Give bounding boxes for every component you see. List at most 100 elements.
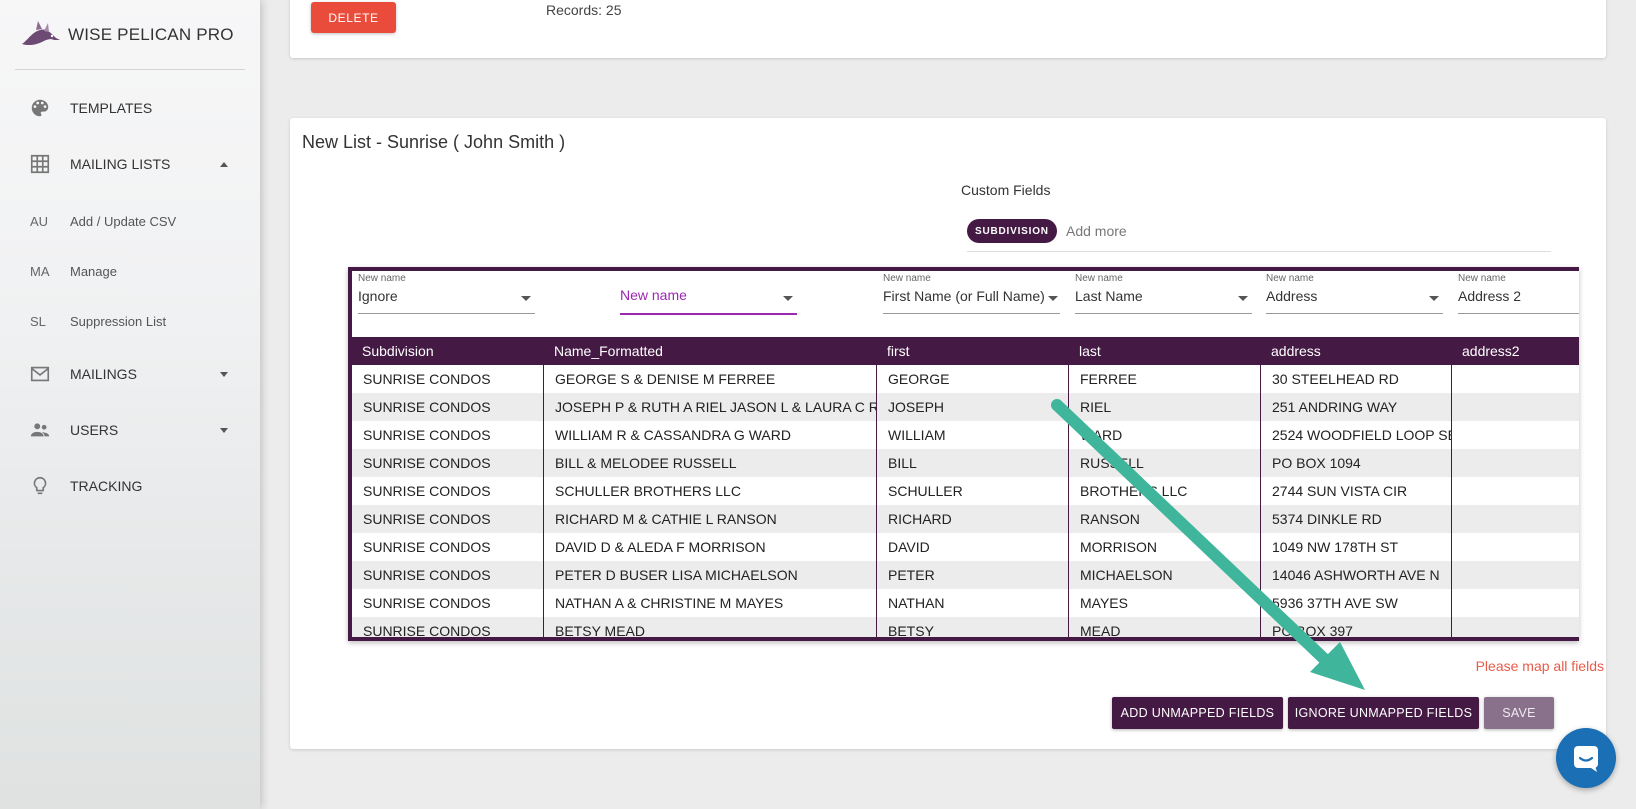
table-cell <box>1452 561 1579 589</box>
sidebar-divider <box>15 69 245 70</box>
table-cell: WILLIAM <box>888 427 946 443</box>
chevron-down-icon <box>521 296 531 301</box>
table-cell: SUNRISE CONDOS <box>363 483 491 499</box>
table-cell: BILL & MELODEE RUSSELL <box>555 455 737 471</box>
mapping-select-first[interactable]: New name First Name (or Full Name) <box>883 271 1060 337</box>
sidebar-subitem-suppression-list[interactable]: SL Suppression List <box>0 306 260 336</box>
column-header: first <box>887 343 910 359</box>
mapping-warning: Please map all fields <box>1475 658 1604 674</box>
table-row: SUNRISE CONDOS RICHARD M & CATHIE L RANSO… <box>352 505 1579 533</box>
column-divider <box>1068 365 1069 637</box>
table-cell <box>1452 393 1579 421</box>
mapping-select-subdivision[interactable]: New name Ignore <box>358 271 535 337</box>
sidebar-item-users[interactable]: USERS <box>0 410 260 450</box>
table-cell: RIEL <box>1080 399 1112 415</box>
grid-icon <box>29 153 51 175</box>
table-cell: SUNRISE CONDOS <box>363 455 491 471</box>
select-label: New name <box>883 273 931 284</box>
table-row: SUNRISE CONDOS GEORGE S & DENISE M FERREE… <box>352 365 1579 393</box>
sidebar-subitem-label: Manage <box>70 263 117 279</box>
table-cell: SCHULLER <box>888 483 963 499</box>
mapping-select-last[interactable]: New name Last Name <box>1075 271 1252 337</box>
table-row: SUNRISE CONDOS WILLIAM R & CASSANDRA G WA… <box>352 421 1579 449</box>
select-label: New name <box>1458 273 1506 284</box>
add-unmapped-fields-button[interactable]: ADD UNMAPPED FIELDS <box>1112 697 1283 729</box>
table-row: SUNRISE CONDOS DAVID D & ALEDA F MORRISON… <box>352 533 1579 561</box>
brand[interactable]: WISE PELICAN PRO <box>18 12 234 58</box>
custom-fields-title: Custom Fields <box>961 182 1051 198</box>
table-cell: NATHAN <box>888 595 945 611</box>
ignore-unmapped-fields-button[interactable]: IGNORE UNMAPPED FIELDS <box>1288 697 1479 729</box>
records-count: Records: 25 <box>546 2 622 18</box>
sidebar-subitem-abbr: MA <box>30 263 50 279</box>
table-header: Subdivision Name_Formatted first last ad… <box>352 337 1579 365</box>
select-label: New name <box>358 273 406 284</box>
sidebar-item-templates[interactable]: TEMPLATES <box>0 88 260 128</box>
sidebar-subitem-manage[interactable]: MA Manage <box>0 256 260 286</box>
column-header: last <box>1079 343 1101 359</box>
select-underline <box>620 313 797 315</box>
table-cell <box>1452 365 1579 393</box>
mapping-select-address[interactable]: New name Address <box>1266 271 1443 337</box>
column-header: address <box>1271 343 1321 359</box>
table-cell <box>1452 421 1579 449</box>
table-cell: 5374 DINKLE RD <box>1272 511 1382 527</box>
add-more-field[interactable]: Add more <box>1066 219 1127 243</box>
table-cell: PO BOX 397 <box>1272 623 1353 639</box>
column-divider <box>543 365 544 637</box>
table-cell: 30 STEELHEAD RD <box>1272 371 1399 387</box>
chevron-up-icon <box>220 162 228 167</box>
people-icon <box>29 419 51 441</box>
table-cell: NATHAN A & CHRISTINE M MAYES <box>555 595 784 611</box>
save-button[interactable]: SAVE <box>1484 697 1554 729</box>
table-cell: MICHAELSON <box>1080 567 1173 583</box>
column-divider <box>1260 365 1261 637</box>
sidebar-subitem-add-update-csv[interactable]: AU Add / Update CSV <box>0 206 260 236</box>
custom-field-chip[interactable]: SUBDIVISION <box>967 219 1057 243</box>
table-cell: 1049 NW 178TH ST <box>1272 539 1399 555</box>
palette-icon <box>29 97 51 119</box>
table-cell: BILL <box>888 455 917 471</box>
table-cell: GEORGE <box>888 371 950 387</box>
select-label: New name <box>1266 273 1314 284</box>
sidebar: WISE PELICAN PRO TEMPLATES MAILING LISTS… <box>0 0 260 809</box>
table-cell <box>1452 589 1579 617</box>
mail-icon <box>29 363 51 385</box>
chevron-down-icon <box>1048 296 1058 301</box>
delete-button[interactable]: DELETE <box>311 2 396 33</box>
table-cell: 251 ANDRING WAY <box>1272 399 1398 415</box>
sidebar-item-mailings[interactable]: MAILINGS <box>0 354 260 394</box>
mapping-select-name-formatted[interactable]: New name <box>620 271 797 337</box>
table-cell <box>1452 449 1579 477</box>
sidebar-subitem-abbr: SL <box>30 313 46 329</box>
table-cell: RICHARD <box>888 511 952 527</box>
sidebar-item-label: USERS <box>70 422 119 438</box>
table-cell: DAVID <box>888 539 930 555</box>
select-label: New name <box>1075 273 1123 284</box>
column-header: Subdivision <box>362 343 434 359</box>
mapping-select-address2[interactable]: New name Address 2 <box>1458 271 1579 337</box>
table-row: SUNRISE CONDOS JOSEPH P & RUTH A RIEL JAS… <box>352 393 1579 421</box>
select-value: Last Name <box>1075 288 1143 304</box>
sidebar-item-label: TEMPLATES <box>70 100 153 116</box>
column-header: Name_Formatted <box>554 343 663 359</box>
table-cell: 5936 37TH AVE SW <box>1272 595 1398 611</box>
table-cell: MEAD <box>1080 623 1121 639</box>
table-cell: SUNRISE CONDOS <box>363 371 491 387</box>
sidebar-item-mailing-lists[interactable]: MAILING LISTS <box>0 144 260 184</box>
select-value: Ignore <box>358 288 398 304</box>
table-cell: SUNRISE CONDOS <box>363 511 491 527</box>
table-cell: SUNRISE CONDOS <box>363 399 491 415</box>
lightbulb-icon <box>29 475 51 497</box>
chevron-down-icon <box>220 372 228 377</box>
table-cell <box>1452 477 1579 505</box>
custom-field-underline <box>967 251 1551 252</box>
sidebar-item-label: MAILINGS <box>70 366 137 382</box>
list-summary-card: DELETE Records: 25 <box>290 0 1606 58</box>
table-cell: 2524 WOODFIELD LOOP SE <box>1272 427 1451 443</box>
select-value: First Name (or Full Name) <box>883 288 1045 304</box>
select-value: New name <box>620 287 687 303</box>
chat-launcher-button[interactable] <box>1556 728 1616 788</box>
sidebar-item-tracking[interactable]: TRACKING <box>0 466 260 506</box>
table-cell: FERREE <box>1080 371 1137 387</box>
